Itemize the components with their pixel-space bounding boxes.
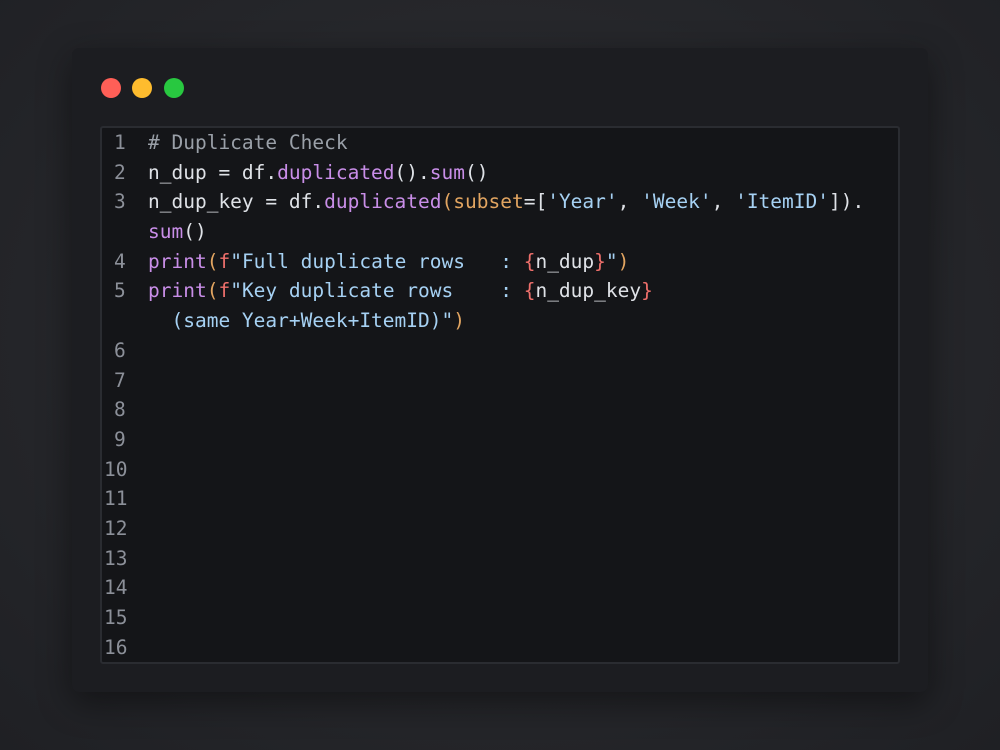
code-text: sum() — [148, 217, 898, 247]
plain-token: () — [465, 160, 489, 184]
string-token: "Full duplicate rows : — [230, 249, 524, 273]
line-number: 11 — [104, 487, 128, 511]
code-text: n_dup = df.duplicated().sum() — [148, 158, 898, 188]
function-token: print — [148, 279, 207, 303]
code-text: (same Year+Week+ItemID)") — [148, 306, 898, 336]
code-line: 4 print(f"Full duplicate rows : {n_dup}"… — [102, 247, 898, 277]
maximize-window-button[interactable] — [164, 78, 184, 98]
plain-token: , — [617, 190, 642, 214]
line-number: 15 — [104, 606, 128, 629]
brace-token: } — [594, 249, 606, 273]
line-number: 14 — [104, 576, 128, 600]
brace-token: { — [523, 279, 536, 303]
line-number: 7 — [114, 368, 126, 392]
line-number: 13 — [104, 546, 128, 570]
line-number: 8 — [114, 398, 126, 422]
brace-token: } — [641, 279, 653, 303]
line-number: 12 — [104, 516, 128, 540]
code-text: # Duplicate Check — [148, 128, 898, 158]
function-token: sum — [429, 160, 466, 184]
code-line: 9 — [102, 425, 898, 455]
string-token: (same Year+Week+ItemID)" — [148, 309, 454, 333]
plain-token: =[ — [523, 190, 548, 214]
code-editor[interactable]: 1 # Duplicate Check 2 n_dup = df.duplica… — [100, 126, 900, 664]
parameter-token: subset — [453, 190, 524, 214]
plain-token: () — [183, 220, 207, 244]
line-number: 4 — [114, 249, 126, 273]
line-number: 1 — [114, 131, 126, 154]
code-line: 11 — [102, 484, 898, 514]
code-text: print(f"Full duplicate rows : {n_dup}") — [148, 247, 898, 277]
line-number: 2 — [114, 160, 126, 184]
code-window: 1 # Duplicate Check 2 n_dup = df.duplica… — [72, 48, 928, 692]
comment-token: # Duplicate Check — [148, 131, 348, 154]
bracket-token: ( — [206, 249, 219, 273]
code-line: 10 — [102, 455, 898, 485]
code-line-wrapped: (same Year+Week+ItemID)") — [102, 306, 898, 336]
code-text: n_dup_key = df.duplicated(subset=['Year'… — [148, 187, 898, 217]
line-number: 9 — [114, 427, 126, 451]
close-window-button[interactable] — [101, 78, 121, 98]
code-line: 5 print(f"Key duplicate rows : {n_dup_ke… — [102, 276, 898, 306]
string-token: "Key duplicate rows : — [230, 279, 524, 303]
code-line-wrapped: sum() — [102, 217, 898, 247]
line-number: 6 — [114, 338, 126, 362]
code-line: 14 — [102, 573, 898, 603]
brace-token: { — [523, 249, 536, 273]
function-token: duplicated — [277, 160, 395, 184]
code-line: 13 — [102, 544, 898, 574]
string-token: 'Week' — [641, 190, 712, 214]
line-number: 16 — [104, 635, 128, 659]
plain-token: n_dup — [535, 249, 595, 273]
fstring-prefix-token: f — [218, 249, 231, 273]
function-token: sum — [148, 220, 184, 244]
line-number: 5 — [114, 279, 126, 303]
code-line: 3 n_dup_key = df.duplicated(subset=['Yea… — [102, 187, 898, 217]
code-line: 16 — [102, 633, 898, 662]
line-number: 3 — [114, 190, 126, 214]
bracket-token: ( — [441, 190, 454, 214]
string-token: 'Year' — [547, 190, 618, 214]
code-line: 1 # Duplicate Check — [102, 128, 898, 158]
bracket-token: ) — [453, 309, 465, 333]
line-number — [102, 306, 148, 336]
line-number: 10 — [104, 457, 128, 481]
function-token: print — [148, 249, 207, 273]
string-token: " — [605, 249, 618, 273]
plain-token: n_dup_key — [535, 279, 642, 303]
line-number — [102, 217, 148, 247]
code-line: 2 n_dup = df.duplicated().sum() — [102, 158, 898, 188]
plain-token: (). — [394, 160, 430, 184]
code-line: 7 — [102, 366, 898, 396]
minimize-window-button[interactable] — [132, 78, 152, 98]
plain-token: , — [711, 190, 736, 214]
plain-token: n_dup = df. — [148, 160, 278, 184]
bracket-token: ) — [617, 249, 630, 273]
bracket-token: ( — [206, 279, 219, 303]
fstring-prefix-token: f — [218, 279, 231, 303]
function-token: duplicated — [324, 190, 442, 214]
code-line: 15 — [102, 603, 898, 633]
plain-token: n_dup_key = df. — [148, 190, 325, 214]
code-line: 6 — [102, 336, 898, 366]
code-line: 8 — [102, 395, 898, 425]
string-token: 'ItemID' — [735, 190, 829, 214]
plain-token: ]). — [829, 190, 865, 214]
code-line: 12 — [102, 514, 898, 544]
code-text: print(f"Key duplicate rows : {n_dup_key} — [148, 276, 898, 306]
